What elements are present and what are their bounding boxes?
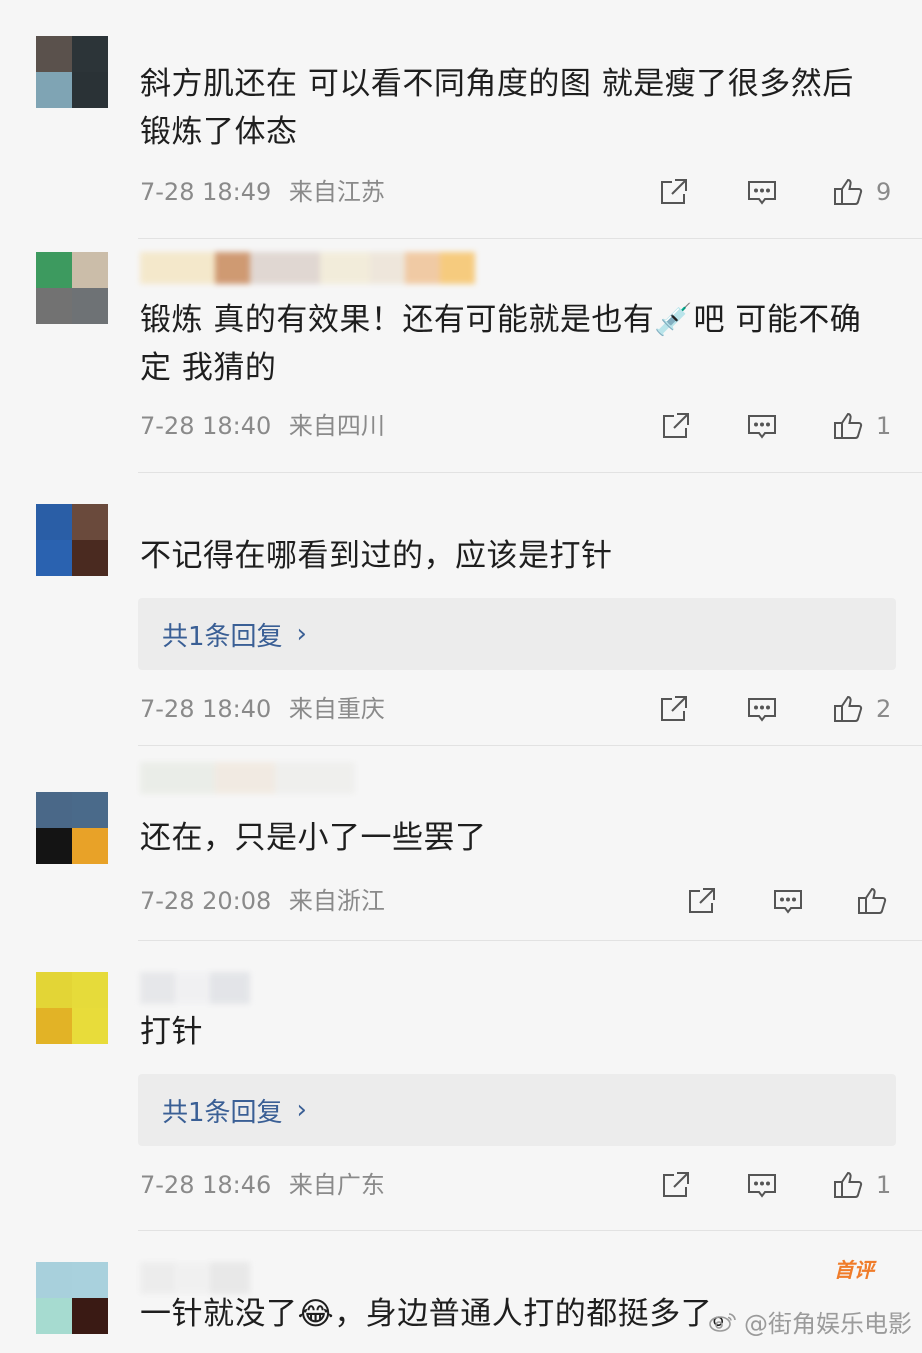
weibo-icon bbox=[709, 1312, 736, 1332]
like-icon bbox=[834, 412, 863, 439]
comment-icon bbox=[748, 1174, 776, 1198]
like-count: 9 bbox=[876, 178, 892, 206]
comment-location: 来自广东 bbox=[288, 1171, 385, 1199]
username-blurred[interactable] bbox=[140, 762, 355, 794]
comment-date: 7-28 18:46 bbox=[140, 1171, 272, 1199]
avatar[interactable] bbox=[36, 1262, 108, 1334]
reply-count-label: 共1条回复 bbox=[162, 1097, 283, 1128]
share-icon bbox=[663, 1172, 689, 1197]
comment-date: 7-28 18:40 bbox=[140, 412, 272, 440]
avatar[interactable] bbox=[36, 36, 108, 108]
comment-button[interactable] bbox=[742, 1165, 782, 1205]
like-count: 1 bbox=[876, 412, 892, 440]
comment-location: 来自浙江 bbox=[288, 887, 385, 915]
comment-actions: 2 bbox=[654, 689, 898, 729]
comment-text: 打针 bbox=[140, 1014, 203, 1050]
comment-location: 来自江苏 bbox=[288, 178, 385, 206]
comment-meta: 7-28 20:08 来自浙江 bbox=[140, 886, 385, 916]
comment-date: 7-28 20:08 bbox=[140, 887, 272, 915]
comment-date: 7-28 18:40 bbox=[140, 695, 272, 723]
comment-date: 7-28 18:49 bbox=[140, 178, 272, 206]
share-button[interactable] bbox=[654, 689, 694, 729]
share-icon bbox=[689, 888, 715, 913]
comment-icon bbox=[748, 698, 776, 722]
comment-actions bbox=[682, 881, 892, 921]
divider bbox=[138, 1230, 922, 1231]
comment-text: 不记得在哪看到过的，应该是打针 bbox=[140, 538, 613, 574]
comment-icon bbox=[748, 181, 776, 205]
share-button[interactable] bbox=[682, 881, 722, 921]
share-button[interactable] bbox=[656, 1165, 696, 1205]
comment-location: 来自四川 bbox=[288, 412, 385, 440]
like-button[interactable] bbox=[828, 1165, 868, 1205]
comment-meta: 7-28 18:49 来自江苏 bbox=[140, 177, 385, 207]
watermark-text: @街角娱乐电影 bbox=[744, 1310, 912, 1338]
comment-text: 锻炼 真的有效果！还有可能就是也有💉吧 可能不确定 我猜的 bbox=[140, 302, 862, 386]
comment-location: 来自重庆 bbox=[288, 695, 385, 723]
reply-expander[interactable]: 共1条回复 › bbox=[138, 1074, 896, 1146]
avatar[interactable] bbox=[36, 504, 108, 576]
comment-actions: 1 bbox=[656, 406, 898, 446]
share-button[interactable] bbox=[654, 172, 694, 212]
divider bbox=[138, 940, 922, 941]
reply-count-label: 共1条回复 bbox=[162, 621, 283, 652]
like-count: 2 bbox=[876, 695, 892, 723]
reply-expander[interactable]: 共1条回复 › bbox=[138, 598, 896, 670]
like-icon bbox=[834, 695, 863, 722]
like-count: 1 bbox=[876, 1171, 892, 1199]
divider bbox=[138, 472, 922, 473]
comment-meta: 7-28 18:40 来自四川 bbox=[140, 411, 385, 441]
share-icon bbox=[661, 696, 687, 721]
comment-text: 斜方肌还在 可以看不同角度的图 就是瘦了很多然后锻炼了体态 bbox=[140, 66, 854, 150]
avatar[interactable] bbox=[36, 792, 108, 864]
comment-button[interactable] bbox=[742, 689, 782, 729]
like-icon bbox=[858, 887, 887, 914]
username-blurred[interactable] bbox=[140, 972, 250, 1004]
share-icon bbox=[663, 413, 689, 438]
comment-meta: 7-28 18:46 来自广东 bbox=[140, 1170, 385, 1200]
comment-meta: 7-28 18:40 来自重庆 bbox=[140, 694, 385, 724]
watermark: @街角娱乐电影 bbox=[708, 1304, 912, 1339]
comment-actions: 9 bbox=[654, 172, 898, 212]
chevron-right-icon: › bbox=[296, 1095, 307, 1125]
like-button[interactable] bbox=[828, 689, 868, 729]
like-button[interactable] bbox=[828, 172, 868, 212]
share-icon bbox=[661, 179, 687, 204]
avatar[interactable] bbox=[36, 252, 108, 324]
comment-icon bbox=[774, 890, 802, 914]
like-button[interactable] bbox=[828, 406, 868, 446]
comment-text: 还在，只是小了一些罢了 bbox=[140, 820, 487, 856]
first-comment-badge: 首评 bbox=[834, 1258, 874, 1282]
avatar[interactable] bbox=[36, 972, 108, 1044]
comment-button[interactable] bbox=[742, 406, 782, 446]
comment-icon bbox=[748, 415, 776, 439]
divider bbox=[138, 238, 922, 239]
comment-button[interactable] bbox=[768, 881, 808, 921]
chevron-right-icon: › bbox=[296, 619, 307, 649]
comment-actions: 1 bbox=[656, 1165, 898, 1205]
like-button[interactable] bbox=[852, 881, 892, 921]
divider bbox=[138, 745, 922, 746]
share-button[interactable] bbox=[656, 406, 696, 446]
like-icon bbox=[834, 1171, 863, 1198]
username-blurred[interactable] bbox=[140, 252, 475, 284]
like-icon bbox=[834, 178, 863, 205]
comment-button[interactable] bbox=[742, 172, 782, 212]
